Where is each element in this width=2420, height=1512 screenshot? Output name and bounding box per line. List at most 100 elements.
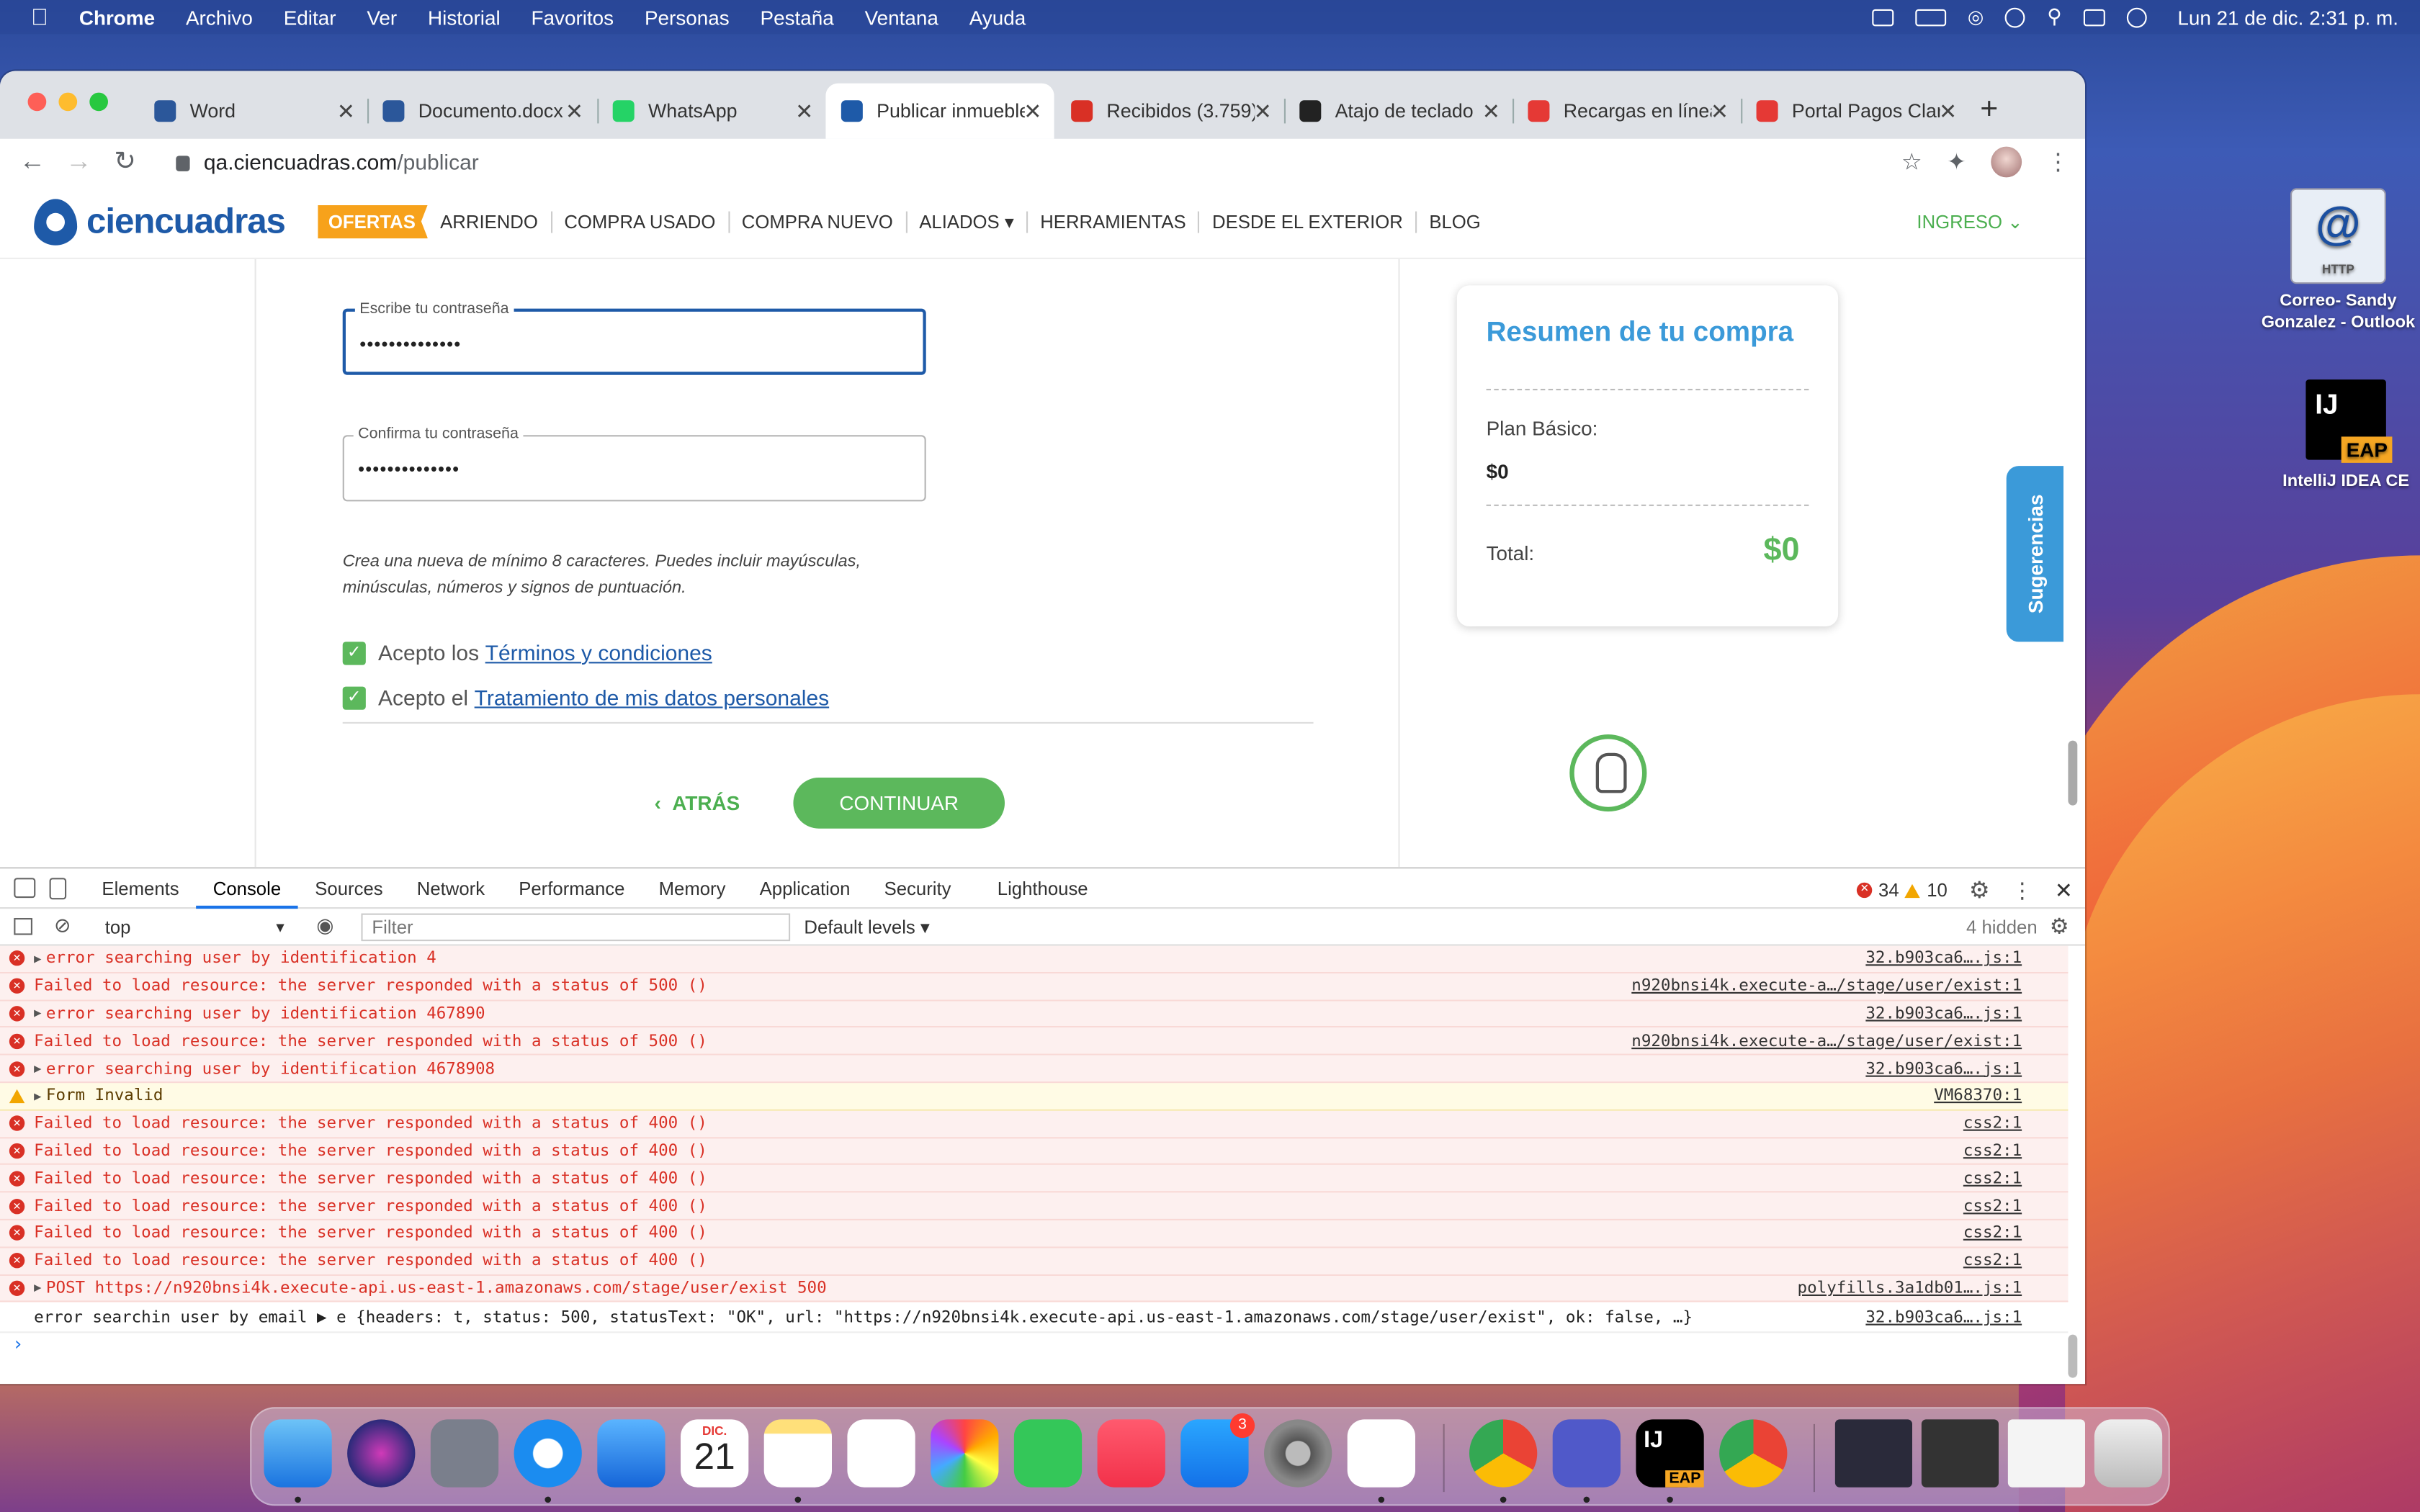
address-bar[interactable]: qa.ciencuadras.com/publicar (154, 145, 1929, 179)
battery-icon[interactable] (1915, 8, 1946, 26)
chrome-menu-icon[interactable]: ⋮ (2046, 148, 2069, 176)
issues-counter[interactable]: ✕ 34 10 (1857, 879, 1948, 901)
desktop-icon-intellij[interactable]: IJ EAP IntelliJ IDEA CE (2272, 379, 2420, 490)
console-message[interactable]: ✕ ▶ POST https://n920bnsi4k.execute-api.us… (0, 1275, 2069, 1303)
bookmark-star-icon[interactable]: ☆ (1901, 148, 1922, 176)
nav-compra-usado[interactable]: COMPRA USADO (552, 210, 730, 233)
nav-arriendo[interactable]: ARRIENDO (428, 210, 552, 233)
profile-avatar[interactable] (1991, 146, 2022, 178)
menu-editar[interactable]: Editar (284, 6, 336, 29)
keyboard-icon[interactable] (1872, 8, 1894, 26)
menu-ayuda[interactable]: Ayuda (969, 6, 1026, 29)
console-source-link[interactable]: polyfills.3a1db01….js:1 (1798, 1279, 2022, 1297)
console-settings-gear-icon[interactable]: ⚙ (2050, 914, 2069, 940)
siri-icon[interactable] (347, 1419, 416, 1488)
context-selector[interactable]: top ▼ (93, 914, 294, 942)
console-message[interactable]: ✕ ▶ error searching user by identification… (0, 1000, 2069, 1028)
devtools-tab-memory[interactable]: Memory (642, 868, 743, 908)
console-source-link[interactable]: n920bnsi4k.execute-a…/stage/user/exist:1 (1631, 977, 2022, 996)
expand-triangle-icon[interactable]: ▶ (34, 952, 41, 966)
console-message[interactable]: ✕ ▶ error searching user by identification… (0, 1056, 2069, 1084)
desktop-icon-outlook[interactable]: @ HTTP Correo- Sandy Gonzalez - Outlook (2257, 188, 2420, 333)
close-tab-icon[interactable]: ✕ (1482, 99, 1500, 125)
menu-personas[interactable]: Personas (645, 6, 730, 29)
notes-icon[interactable] (763, 1419, 832, 1488)
settings-gear-icon[interactable]: ⚙ (1969, 876, 1990, 904)
console-message[interactable]: ✕ Failed to load resource: the server res… (0, 1248, 2069, 1276)
new-tab-button[interactable]: + (1980, 93, 1998, 128)
browser-tab[interactable]: Portal Pagos Claro ✕ (1741, 84, 1969, 139)
console-message[interactable]: ✕ Failed to load resource: the server res… (0, 973, 2069, 1001)
devtools-tab-console[interactable]: Console (196, 868, 298, 909)
browser-tab[interactable]: Documento.docx ✕ (367, 84, 596, 139)
back-arrow-icon[interactable]: ← (9, 147, 55, 178)
browser-tab[interactable]: Atajo de teclado ✕ (1283, 84, 1512, 139)
console-filter-input[interactable]: Filter (361, 913, 791, 942)
device-toolbar-icon[interactable] (49, 877, 67, 899)
close-tab-icon[interactable]: ✕ (1023, 99, 1041, 125)
system-preferences-icon[interactable] (1264, 1419, 1332, 1488)
music-icon[interactable] (1097, 1419, 1165, 1488)
log-levels-dropdown[interactable]: Default levels ▾ (804, 917, 929, 938)
zoom-window-button[interactable] (89, 92, 108, 112)
close-window-button[interactable] (27, 92, 47, 112)
ciencuadras-logo[interactable]: ciencuadras (34, 198, 286, 245)
menu-favoritos[interactable]: Favoritos (532, 6, 614, 29)
sidebar-toggle-icon[interactable] (14, 918, 32, 935)
console-source-link[interactable]: 32.b903ca6….js:1 (1865, 950, 2022, 968)
confirm-password-field[interactable]: Confirma tu contraseña •••••••••••••• (342, 426, 926, 502)
minimized-window-thumbnail[interactable] (1834, 1419, 1912, 1488)
finder-icon[interactable] (264, 1419, 332, 1488)
apple-menu-icon[interactable]:  (31, 4, 48, 30)
spotlight-search-icon[interactable]: ⚲ (2047, 4, 2061, 29)
console-source-link[interactable]: css2:1 (1963, 1224, 2022, 1243)
trash-icon[interactable] (2094, 1419, 2163, 1488)
console-source-link[interactable]: css2:1 (1963, 1169, 2022, 1188)
devtools-tab-security[interactable]: Security (867, 868, 968, 908)
mail-icon[interactable] (597, 1419, 666, 1488)
minimize-window-button[interactable] (58, 92, 78, 112)
devtools-tab-elements[interactable]: Elements (85, 868, 196, 908)
expand-triangle-icon[interactable]: ▶ (34, 1282, 41, 1295)
menu-archivo[interactable]: Archivo (186, 6, 253, 29)
chrome-canary-icon[interactable] (1719, 1419, 1788, 1488)
sugerencias-tab[interactable]: Sugerencias (2006, 466, 2063, 642)
continue-button[interactable]: CONTINUAR (793, 778, 1005, 829)
nav-compra-nuevo[interactable]: COMPRA NUEVO (730, 210, 908, 233)
console-source-link[interactable]: css2:1 (1963, 1251, 2022, 1270)
user-icon[interactable] (2005, 6, 2026, 27)
data-policy-link[interactable]: Tratamiento de mis datos personales (475, 685, 829, 709)
clear-console-icon[interactable]: ⊘ (54, 914, 71, 938)
expand-triangle-icon[interactable]: ▶ (34, 1007, 41, 1020)
browser-tab[interactable]: Word ✕ (139, 84, 367, 139)
terms-checkbox[interactable]: ✓ (342, 641, 366, 665)
teams-icon[interactable] (1552, 1419, 1621, 1488)
wifi-icon[interactable]: ◎ (1968, 6, 1984, 28)
nav-aliados[interactable]: ALIADOS ▾ (907, 210, 1028, 233)
menu-app-name[interactable]: Chrome (79, 6, 155, 29)
control-center-icon[interactable] (2083, 8, 2105, 26)
nav-herramientas[interactable]: HERRAMIENTAS (1028, 210, 1200, 233)
reminders-icon[interactable] (847, 1419, 915, 1488)
menu-clock[interactable]: Lun 21 de dic. 2:31 p. m. (2177, 6, 2398, 29)
console-source-link[interactable]: 32.b903ca6….js:1 (1865, 1004, 2022, 1023)
console-scrollbar[interactable] (2068, 1334, 2078, 1378)
safari-icon[interactable] (514, 1419, 582, 1488)
console-message[interactable]: ▶ Form Invalid VM68370:1 (0, 1083, 2069, 1111)
console-source-link[interactable]: css2:1 (1963, 1197, 2022, 1215)
terms-link[interactable]: Términos y condiciones (485, 640, 712, 665)
devtools-tab-sources[interactable]: Sources (298, 868, 400, 908)
console-message[interactable]: ✕ Failed to load resource: the server res… (0, 1220, 2069, 1248)
menu-pestana[interactable]: Pestaña (761, 6, 834, 29)
slack-icon[interactable] (1347, 1419, 1415, 1488)
console-source-link[interactable]: css2:1 (1963, 1142, 2022, 1161)
console-message[interactable]: ✕ Failed to load resource: the server res… (0, 1138, 2069, 1166)
console-message[interactable]: ✕ Failed to load resource: the server res… (0, 1192, 2069, 1220)
launchpad-icon[interactable] (430, 1419, 499, 1488)
nav-ingreso[interactable]: INGRESO ⌄ (1917, 212, 2022, 233)
password-field[interactable]: Escribe tu contraseña •••••••••••••• (342, 300, 926, 375)
close-tab-icon[interactable]: ✕ (337, 99, 355, 125)
expand-triangle-icon[interactable]: ▶ (34, 1061, 41, 1075)
console-source-link[interactable]: css2:1 (1963, 1115, 2022, 1133)
menu-historial[interactable]: Historial (428, 6, 501, 29)
